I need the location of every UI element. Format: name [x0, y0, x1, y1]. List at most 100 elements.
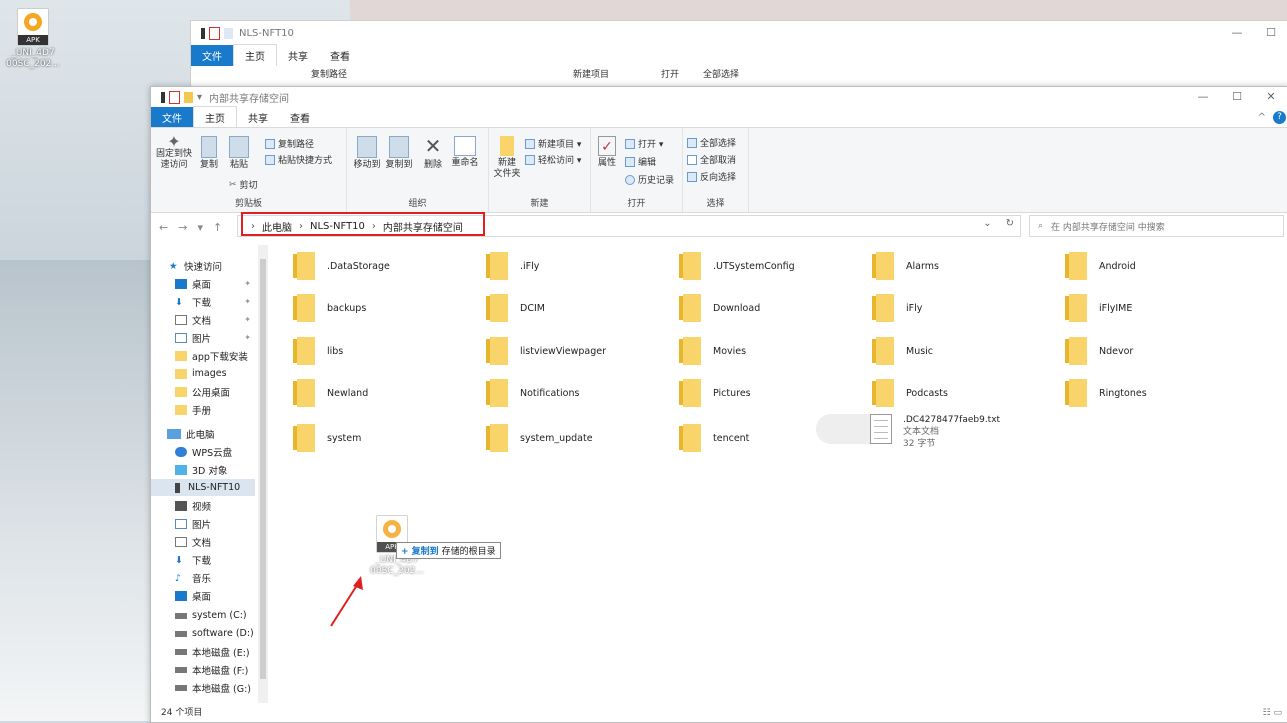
folder-item[interactable]: listviewViewpager [486, 337, 606, 365]
history-button[interactable]: 历史记录 [625, 173, 674, 186]
sidebar-item-documents-2[interactable]: 文档 [175, 533, 255, 550]
tab-home[interactable]: 主页 [193, 106, 237, 128]
sidebar-item-this-pc[interactable]: 此电脑 [167, 425, 271, 442]
folder-item[interactable]: DCIM [486, 294, 545, 322]
back-ribbon-row: 复制路径 新建项目 打开 全部选择 [311, 67, 739, 80]
edit-button[interactable]: 编辑 [625, 155, 656, 168]
folder-item[interactable]: .iFly [486, 252, 539, 280]
back-open[interactable]: 打开 [661, 67, 679, 80]
back-tab-file[interactable]: 文件 [191, 44, 233, 66]
delete-button[interactable]: ✕ 删除 [421, 134, 445, 171]
sidebar-item-downloads[interactable]: ⬇ 下载 ✦ [175, 293, 255, 310]
move-to-button[interactable]: 移动到 [351, 136, 383, 171]
sidebar-item-drive-f[interactable]: 本地磁盘 (F:) [175, 661, 255, 678]
folder-item[interactable]: libs [293, 337, 343, 365]
folder-item[interactable]: .DataStorage [293, 252, 390, 280]
folder-item[interactable]: backups [293, 294, 366, 322]
tab-file[interactable]: 文件 [151, 106, 193, 128]
folder-item[interactable]: tencent [679, 424, 749, 452]
sidebar-item-pictures-2[interactable]: 图片 [175, 515, 255, 532]
back-copy-path[interactable]: 复制路径 [311, 67, 347, 80]
folder-item[interactable]: Newland [293, 379, 368, 407]
sidebar-item-drive-c[interactable]: system (C:) [175, 607, 255, 624]
maximize-button[interactable]: ☐ [1220, 87, 1254, 107]
back-minimize-button[interactable]: — [1220, 21, 1254, 45]
folder-item[interactable]: Notifications [486, 379, 579, 407]
sidebar-scrollbar[interactable] [258, 245, 268, 703]
folder-item[interactable]: .UTSystemConfig [679, 252, 795, 280]
cut-button[interactable]: ✂ 剪切 [229, 178, 258, 192]
open-button[interactable]: 打开 ▾ [625, 137, 663, 150]
folder-item[interactable]: Pictures [679, 379, 751, 407]
sidebar-item-downloads-2[interactable]: ⬇ 下载 [175, 551, 255, 568]
folder-item[interactable]: Alarms [872, 252, 939, 280]
sidebar-item-desktop-2[interactable]: 桌面 [175, 587, 255, 604]
new-item-button[interactable]: 新建项目 ▾ [525, 137, 581, 150]
folder-item[interactable]: Movies [679, 337, 746, 365]
rename-button[interactable]: 重命名 [449, 136, 481, 169]
properties-button[interactable]: ✓ 属性 [593, 136, 621, 169]
folder-item[interactable]: Download [679, 294, 760, 322]
sidebar-item-pictures[interactable]: 图片 ✦ [175, 329, 255, 346]
sidebar-item-wps-cloud[interactable]: WPS云盘 [175, 443, 255, 460]
tab-view[interactable]: 查看 [279, 107, 321, 128]
sidebar-item-desktop[interactable]: 桌面 ✦ [175, 275, 255, 292]
search-input[interactable]: ⌕ 在 内部共享存储空间 中搜索 [1029, 215, 1284, 237]
copy-button[interactable]: 复制 [197, 136, 221, 171]
minimize-button[interactable]: — [1186, 87, 1220, 107]
sidebar-item-images[interactable]: images [175, 365, 255, 382]
sidebar-scrollbar-thumb[interactable] [260, 259, 266, 679]
new-folder-button[interactable]: 新建 文件夹 [491, 136, 523, 180]
folder-item[interactable]: Music [872, 337, 933, 365]
sidebar-item-3d-objects[interactable]: 3D 对象 [175, 461, 255, 478]
select-none-button[interactable]: 全部取消 [687, 153, 736, 166]
sidebar-item-videos[interactable]: 视频 [175, 497, 255, 514]
up-arrow-icon[interactable]: ↑ [213, 221, 222, 234]
copy-to-button[interactable]: 复制到 [383, 136, 415, 171]
address-dropdown-icon[interactable]: ⌄ [983, 218, 991, 229]
folder-item[interactable]: iFly [872, 294, 922, 322]
folder-item[interactable]: Ringtones [1065, 379, 1147, 407]
back-new-item[interactable]: 新建项目 [573, 67, 609, 80]
select-all-button[interactable]: 全部选择 [687, 136, 736, 149]
copy-path-button[interactable]: 复制路径 [265, 137, 314, 150]
sidebar-item-manual[interactable]: 手册 [175, 401, 255, 418]
invert-selection-button[interactable]: 反向选择 [687, 170, 736, 183]
refresh-icon[interactable]: ↻ [1006, 218, 1014, 229]
view-mode-buttons[interactable]: ☷ ▭ [1263, 708, 1282, 718]
folder-item[interactable]: iFlyIME [1065, 294, 1132, 322]
back-arrow-icon[interactable]: ← [159, 221, 168, 234]
recent-locations-icon[interactable]: ▾ [197, 221, 203, 234]
folder-item[interactable]: Podcasts [872, 379, 948, 407]
forward-arrow-icon[interactable]: → [178, 221, 187, 234]
sidebar-item-documents[interactable]: 文档 ✦ [175, 311, 255, 328]
sidebar-item-drive-g[interactable]: 本地磁盘 (G:) [175, 679, 255, 696]
paste-button[interactable]: 粘贴 [227, 136, 251, 171]
sidebar-item-app-downloads[interactable]: app下载安装 [175, 347, 255, 364]
sidebar-item-drive-e[interactable]: 本地磁盘 (E:) [175, 643, 255, 660]
paste-shortcut-button[interactable]: 粘贴快捷方式 [265, 153, 332, 166]
explorer-window[interactable]: ▾ 内部共享存储空间 — ☐ ✕ 文件 主页 共享 查看 ^ ? ✦ 固定到快 … [150, 86, 1287, 723]
folder-item[interactable]: system_update [486, 424, 593, 452]
folder-item[interactable]: system [293, 424, 361, 452]
help-icon[interactable]: ? [1273, 110, 1286, 124]
ribbon-collapse-button[interactable]: ^ [1258, 112, 1266, 123]
back-tab-home[interactable]: 主页 [233, 44, 277, 66]
address-bar[interactable]: › 此电脑 › NLS-NFT10 › 内部共享存储空间 ⌄ ↻ [237, 212, 1021, 237]
sidebar-item-drive-d[interactable]: software (D:) [175, 625, 255, 642]
tab-share[interactable]: 共享 [237, 107, 279, 128]
close-button[interactable]: ✕ [1254, 87, 1287, 107]
folder-item[interactable]: Ndevor [1065, 337, 1133, 365]
sidebar-item-music[interactable]: ♪ 音乐 [175, 569, 255, 586]
desktop-apk-file[interactable]: APK _UNI_4D7 00SC_202... [6, 8, 60, 70]
sidebar-item-device[interactable]: NLS-NFT10 [151, 479, 255, 496]
sidebar-item-public-desktop[interactable]: 公用桌面 [175, 383, 255, 400]
pin-to-quick-access-button[interactable]: ✦ 固定到快 速访问 [153, 134, 195, 171]
back-select-all[interactable]: 全部选择 [703, 67, 739, 80]
back-maximize-button[interactable]: ☐ [1254, 21, 1287, 45]
back-tab-view[interactable]: 查看 [319, 45, 361, 66]
back-tab-share[interactable]: 共享 [277, 45, 319, 66]
easy-access-button[interactable]: 轻松访问 ▾ [525, 153, 581, 166]
folder-item[interactable]: Android [1065, 252, 1136, 280]
background-explorer-window[interactable]: NLS-NFT10 — ☐ 文件 主页 共享 查看 复制路径 新建项目 打开 全… [190, 20, 1287, 92]
